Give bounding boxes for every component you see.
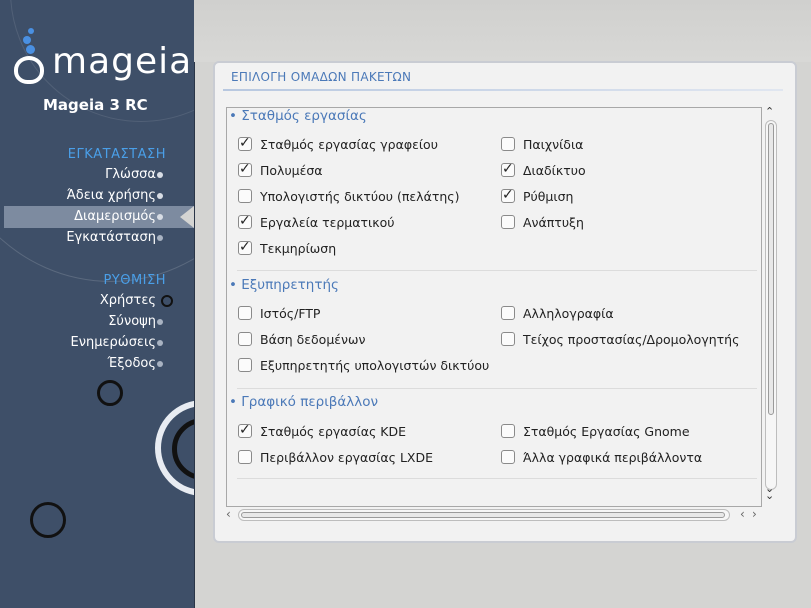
checkbox-label: Περιβάλλον εργασίας LXDE bbox=[260, 450, 434, 465]
check-icon: ✓ bbox=[239, 135, 251, 151]
scroll-left-icon[interactable]: ‹ bbox=[740, 507, 745, 521]
installer-sidebar: mageia Mageia 3 RC ΕΓΚΑΤΑΣΤΑΣΗ Γλώσσα Άδ… bbox=[0, 0, 195, 608]
step-todo-dot-icon bbox=[157, 235, 163, 241]
section-header-install: ΕΓΚΑΤΑΣΤΑΣΗ bbox=[67, 147, 166, 162]
step-exit: Έξοδος bbox=[107, 356, 156, 371]
logo-cauldron-icon bbox=[14, 56, 44, 84]
checkbox-box[interactable] bbox=[238, 332, 252, 346]
checkbox-label: Τείχος προστασίας/Δρομολογητής bbox=[523, 332, 740, 347]
section-header-configure: ΡΥΘΜΙΣΗ bbox=[103, 273, 166, 288]
checkbox-box[interactable]: ✓ bbox=[238, 161, 252, 177]
checkbox-box[interactable]: ✓ bbox=[238, 239, 252, 255]
product-version: Mageia 3 RC bbox=[43, 96, 148, 114]
step-language: Γλώσσα bbox=[105, 167, 156, 182]
logo-bubble-icon bbox=[26, 45, 35, 54]
logo-bubble-icon bbox=[23, 36, 31, 44]
checkbox-box[interactable]: ✓ bbox=[501, 161, 515, 177]
checkbox-label: Σταθμός Εργασίας Gnome bbox=[523, 424, 690, 439]
checkbox-box[interactable] bbox=[501, 306, 515, 320]
checkbox-box[interactable] bbox=[501, 424, 515, 438]
horizontal-scrollbar[interactable]: ‹ ‹ › bbox=[226, 507, 762, 523]
step-done-dot-icon bbox=[157, 193, 163, 199]
checkbox-label: Ρύθμιση bbox=[523, 189, 574, 204]
scroll-down-icon[interactable]: ⌄ bbox=[765, 489, 774, 502]
package-group-list[interactable]: • Σταθμός εργασίας ✓ Σταθμός εργασίας γρ… bbox=[226, 107, 762, 507]
checkbox-box[interactable] bbox=[238, 450, 252, 464]
scroll-right-icon[interactable]: › bbox=[752, 507, 757, 521]
checkbox-box[interactable] bbox=[238, 306, 252, 320]
vertical-scroll-thumb[interactable] bbox=[768, 123, 774, 415]
step-progress-ring-icon bbox=[161, 295, 173, 307]
check-icon: ✓ bbox=[239, 161, 251, 177]
step-partitioning: Διαμερισμός bbox=[74, 209, 156, 224]
checkbox-label: Υπολογιστής δικτύου (πελάτης) bbox=[260, 189, 460, 204]
group-title-workstation: • Σταθμός εργασίας bbox=[229, 108, 367, 124]
group-separator bbox=[237, 478, 757, 479]
checkbox-box[interactable]: ✓ bbox=[238, 213, 252, 229]
checkbox-box[interactable] bbox=[238, 358, 252, 372]
step-current-dot-icon bbox=[157, 214, 163, 220]
checkbox-box[interactable] bbox=[501, 332, 515, 346]
checkbox-label: Άλλα γραφικά περιβάλλοντα bbox=[523, 450, 703, 465]
step-installation: Εγκατάσταση bbox=[66, 230, 156, 245]
decorative-ring-icon bbox=[97, 380, 123, 406]
step-done-dot-icon bbox=[157, 172, 163, 178]
panel-title: ΕΠΙΛΟΓΗ ΟΜΑΔΩΝ ΠΑΚΕΤΩΝ bbox=[231, 70, 412, 84]
checkbox-label: Πολυμέσα bbox=[260, 163, 323, 178]
horizontal-scroll-thumb[interactable] bbox=[241, 512, 725, 518]
checkbox-label: Ανάπτυξη bbox=[523, 215, 584, 230]
checkbox-box[interactable]: ✓ bbox=[238, 135, 252, 151]
panel-title-underline bbox=[223, 89, 783, 91]
step-todo-dot-icon bbox=[157, 319, 163, 325]
main-header-area bbox=[194, 0, 811, 62]
checkbox-label: Σταθμός εργασίας γραφείου bbox=[260, 137, 438, 152]
checkbox-box[interactable]: ✓ bbox=[501, 187, 515, 203]
step-todo-dot-icon bbox=[157, 361, 163, 367]
checkbox-label: Τεκμηρίωση bbox=[260, 241, 337, 256]
checkbox-box[interactable] bbox=[501, 215, 515, 229]
checkbox-label: Βάση δεδομένων bbox=[260, 332, 366, 347]
checkbox-box[interactable]: ✓ bbox=[238, 422, 252, 438]
checkbox-box[interactable] bbox=[501, 450, 515, 464]
checkbox-label: Εργαλεία τερματικού bbox=[260, 215, 395, 230]
step-updates: Ενημερώσεις bbox=[70, 335, 156, 350]
check-icon: ✓ bbox=[502, 187, 514, 203]
mageia-logo: mageia bbox=[12, 28, 192, 88]
group-separator bbox=[237, 270, 757, 271]
current-step-pointer bbox=[180, 206, 194, 228]
checkbox-label: Διαδίκτυο bbox=[523, 163, 586, 178]
check-icon: ✓ bbox=[239, 213, 251, 229]
vertical-scrollbar[interactable]: ⌃ ⌄ ⌄ bbox=[762, 105, 780, 507]
group-title-server: • Εξυπηρετητής bbox=[229, 277, 339, 293]
checkbox-label: Εξυπηρετητής υπολογιστών δικτύου bbox=[260, 358, 490, 373]
checkbox-box[interactable] bbox=[238, 189, 252, 203]
check-icon: ✓ bbox=[502, 161, 514, 177]
decorative-ring-icon bbox=[30, 502, 66, 538]
scroll-left-icon[interactable]: ‹ bbox=[226, 507, 231, 521]
checkbox-label: Αλληλογραφία bbox=[523, 306, 614, 321]
step-license: Άδεια χρήσης bbox=[66, 188, 156, 203]
group-title-graphical-environment: • Γραφικό περιβάλλον bbox=[229, 394, 379, 410]
logo-bubble-icon bbox=[28, 28, 34, 34]
check-icon: ✓ bbox=[239, 422, 251, 438]
checkbox-label: Παιχνίδια bbox=[523, 137, 584, 152]
horizontal-scroll-track[interactable] bbox=[238, 509, 730, 521]
scroll-up-icon[interactable]: ⌃ bbox=[765, 105, 774, 118]
group-separator bbox=[237, 388, 757, 389]
step-todo-dot-icon bbox=[157, 340, 163, 346]
check-icon: ✓ bbox=[239, 239, 251, 255]
logo-text: mageia bbox=[52, 41, 193, 82]
step-users: Χρήστες bbox=[99, 293, 156, 308]
vertical-scroll-track[interactable] bbox=[765, 120, 777, 490]
checkbox-label: Σταθμός εργασίας KDE bbox=[260, 424, 406, 439]
checkbox-box[interactable] bbox=[501, 137, 515, 151]
checkbox-label: Ιστός/FTP bbox=[260, 306, 321, 321]
step-summary: Σύνοψη bbox=[108, 314, 156, 329]
